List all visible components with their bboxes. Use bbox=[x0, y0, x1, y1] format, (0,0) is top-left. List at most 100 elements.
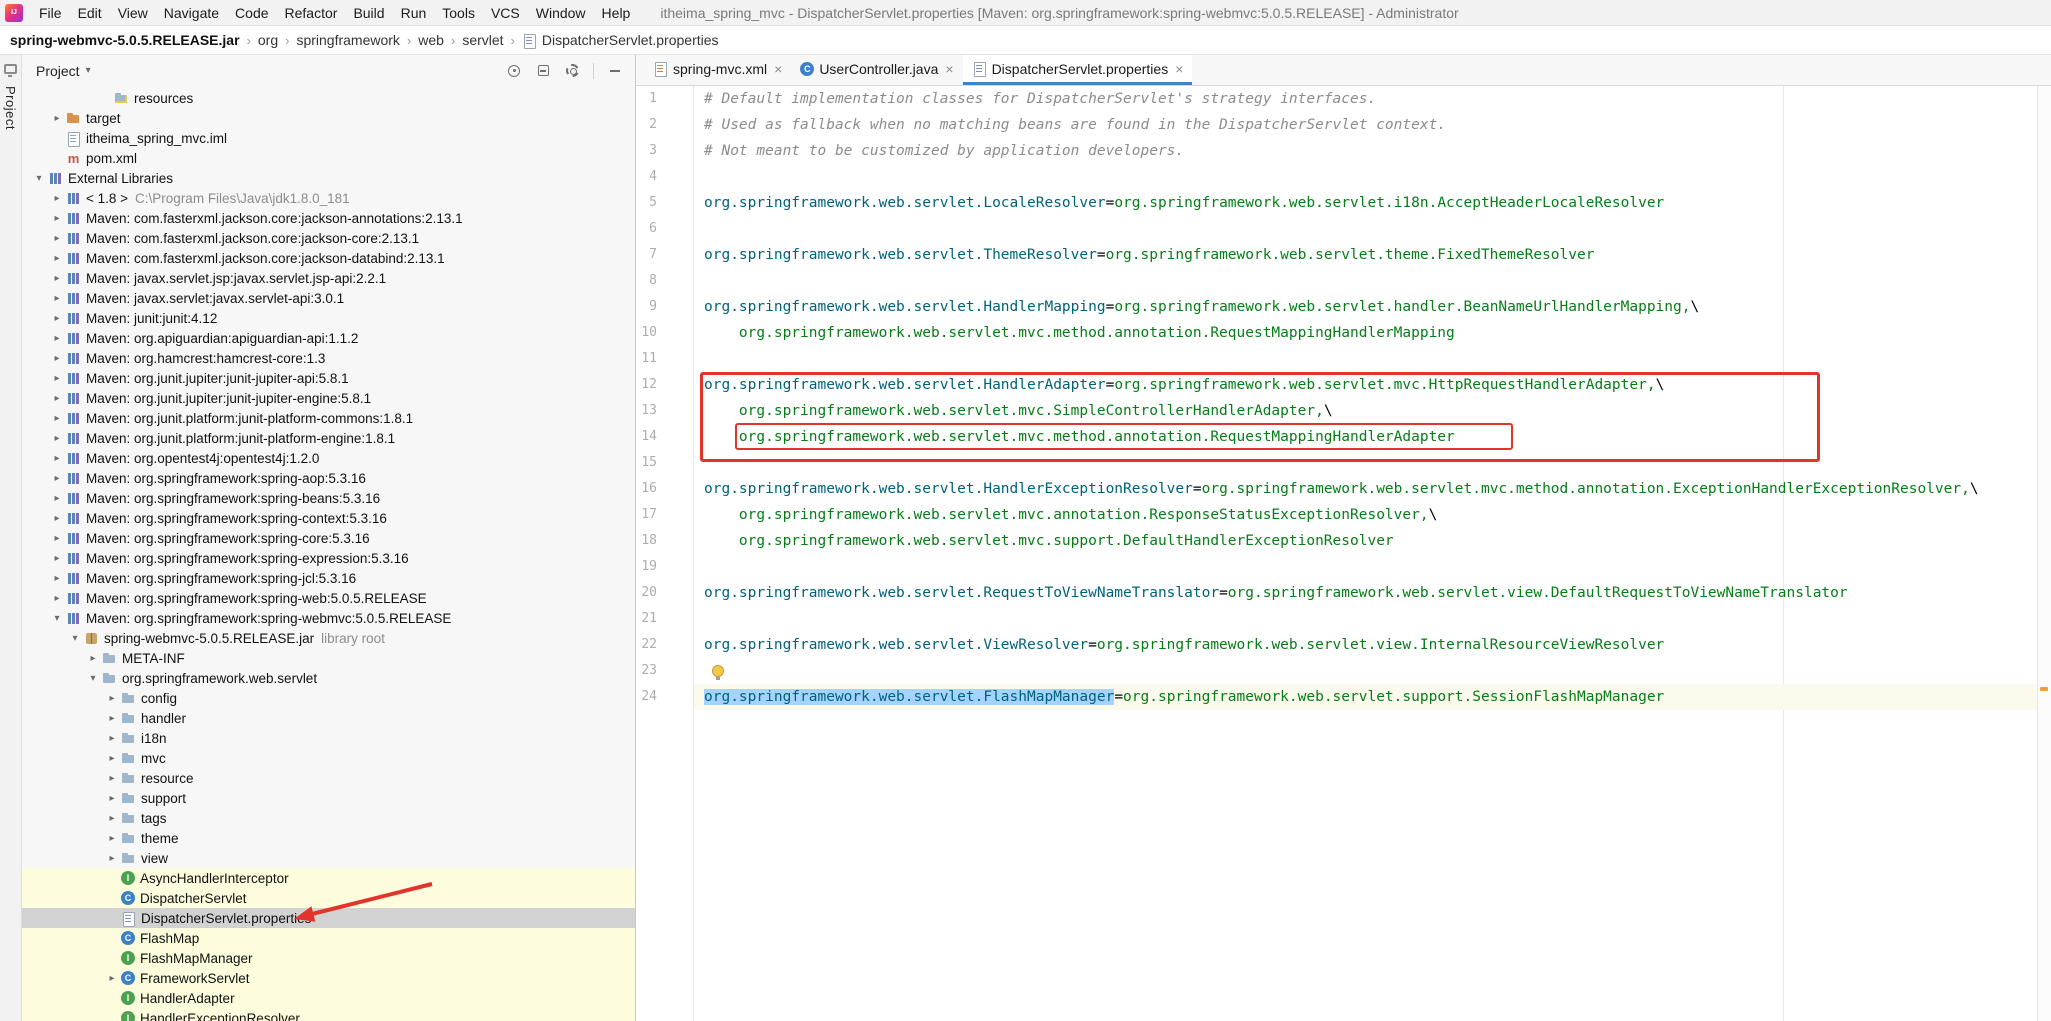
editor-code[interactable]: # Default implementation classes for Dis… bbox=[694, 86, 2037, 710]
code-line-2[interactable]: # Used as fallback when no matching bean… bbox=[694, 112, 2037, 138]
chevron-collapsed-icon[interactable]: ▸ bbox=[48, 433, 66, 444]
tree-item-maven-org-junit-platform-junit-platform-commons-1-8-1[interactable]: ▸ Maven: org.junit.platform:junit-platfor… bbox=[22, 408, 635, 428]
tree-item-asynchandlerinterceptor[interactable]: I AsyncHandlerInterceptor bbox=[22, 868, 635, 888]
line-number[interactable]: 19 bbox=[636, 554, 657, 580]
hide-panel-icon[interactable] bbox=[607, 63, 623, 79]
chevron-collapsed-icon[interactable]: ▸ bbox=[48, 293, 66, 304]
menu-item-build[interactable]: Build bbox=[345, 0, 392, 25]
tree-item-org-springframework-web-servlet[interactable]: ▾ org.springframework.web.servlet bbox=[22, 668, 635, 688]
menu-item-edit[interactable]: Edit bbox=[70, 0, 110, 25]
tree-item-resources[interactable]: resources bbox=[22, 88, 635, 108]
tree-item-maven-org-junit-jupiter-junit-jupiter-engine-5-8-1[interactable]: ▸ Maven: org.junit.jupiter:junit-jupiter-… bbox=[22, 388, 635, 408]
chevron-collapsed-icon[interactable]: ▸ bbox=[48, 333, 66, 344]
chevron-expanded-icon[interactable]: ▾ bbox=[84, 673, 102, 684]
chevron-collapsed-icon[interactable]: ▸ bbox=[48, 473, 66, 484]
tree-item-maven-org-springframework-spring-jcl-5-3-16[interactable]: ▸ Maven: org.springframework:spring-jcl:5… bbox=[22, 568, 635, 588]
chevron-collapsed-icon[interactable]: ▸ bbox=[48, 533, 66, 544]
breadcrumb-item-springframework[interactable]: springframework bbox=[296, 32, 399, 48]
line-number[interactable]: 7 bbox=[636, 242, 657, 268]
code-line-22[interactable]: org.springframework.web.servlet.ViewReso… bbox=[694, 632, 2037, 658]
menu-item-window[interactable]: Window bbox=[528, 0, 594, 25]
line-number[interactable]: 10 bbox=[636, 320, 657, 346]
code-line-8[interactable] bbox=[694, 268, 2037, 294]
tab-dispatcherservlet-properties[interactable]: DispatcherServlet.properties × bbox=[962, 55, 1193, 85]
chevron-collapsed-icon[interactable]: ▸ bbox=[48, 413, 66, 424]
code-line-21[interactable] bbox=[694, 606, 2037, 632]
chevron-collapsed-icon[interactable]: ▸ bbox=[84, 653, 102, 664]
chevron-collapsed-icon[interactable]: ▸ bbox=[48, 453, 66, 464]
tree-item-config[interactable]: ▸ config bbox=[22, 688, 635, 708]
menu-item-tools[interactable]: Tools bbox=[434, 0, 483, 25]
chevron-collapsed-icon[interactable]: ▸ bbox=[103, 973, 121, 984]
chevron-expanded-icon[interactable]: ▾ bbox=[66, 633, 84, 644]
tree-item-maven-org-springframework-spring-aop-5-3-16[interactable]: ▸ Maven: org.springframework:spring-aop:5… bbox=[22, 468, 635, 488]
tree-item-flashmapmanager[interactable]: I FlashMapManager bbox=[22, 948, 635, 968]
tree-item-maven-org-springframework-spring-beans-5-3-16[interactable]: ▸ Maven: org.springframework:spring-beans… bbox=[22, 488, 635, 508]
line-number[interactable]: 2 bbox=[636, 112, 657, 138]
code-line-4[interactable] bbox=[694, 164, 2037, 190]
chevron-expanded-icon[interactable]: ▾ bbox=[48, 613, 66, 624]
tree-item-maven-com-fasterxml-jackson-core-jackson-core-2-13-1[interactable]: ▸ Maven: com.fasterxml.jackson.core:jacks… bbox=[22, 228, 635, 248]
tree-item-frameworkservlet[interactable]: ▸ C FrameworkServlet bbox=[22, 968, 635, 988]
code-line-14[interactable]: org.springframework.web.servlet.mvc.meth… bbox=[694, 424, 2037, 450]
tree-item-maven-com-fasterxml-jackson-core-jackson-annotations-2-13-1[interactable]: ▸ Maven: com.fasterxml.jackson.core:jacks… bbox=[22, 208, 635, 228]
line-number[interactable]: 22 bbox=[636, 632, 657, 658]
breadcrumb-item-spring-webmvc-5-0-5-release-jar[interactable]: spring-webmvc-5.0.5.RELEASE.jar bbox=[10, 32, 240, 48]
line-number[interactable]: 14 bbox=[636, 424, 657, 450]
chevron-collapsed-icon[interactable]: ▸ bbox=[103, 733, 121, 744]
project-panel-title[interactable]: Project bbox=[36, 63, 80, 79]
chevron-collapsed-icon[interactable]: ▸ bbox=[48, 393, 66, 404]
line-number[interactable]: 3 bbox=[636, 138, 657, 164]
chevron-collapsed-icon[interactable]: ▸ bbox=[48, 553, 66, 564]
chevron-collapsed-icon[interactable]: ▸ bbox=[48, 573, 66, 584]
line-number[interactable]: 4 bbox=[636, 164, 657, 190]
tab-spring-mvc-xml[interactable]: spring-mvc.xml × bbox=[644, 55, 791, 85]
tree-item-resource[interactable]: ▸ resource bbox=[22, 768, 635, 788]
line-number[interactable]: 18 bbox=[636, 528, 657, 554]
line-number[interactable]: 23 bbox=[636, 658, 657, 684]
line-number[interactable]: 1 bbox=[636, 86, 657, 112]
breadcrumb-item-dispatcherservlet-properties[interactable]: DispatcherServlet.properties bbox=[522, 32, 719, 49]
chevron-collapsed-icon[interactable]: ▸ bbox=[48, 593, 66, 604]
tree-item-dispatcherservlet[interactable]: C DispatcherServlet bbox=[22, 888, 635, 908]
breadcrumb-item-web[interactable]: web bbox=[418, 32, 444, 48]
collapse-all-icon[interactable] bbox=[535, 63, 551, 79]
tree-item-maven-org-springframework-spring-webmvc-5-0-5-release[interactable]: ▾ Maven: org.springframework:spring-webmv… bbox=[22, 608, 635, 628]
chevron-collapsed-icon[interactable]: ▸ bbox=[48, 273, 66, 284]
code-line-3[interactable]: # Not meant to be customized by applicat… bbox=[694, 138, 2037, 164]
tree-item-maven-javax-servlet-jsp-javax-servlet-jsp-api-2-2-1[interactable]: ▸ Maven: javax.servlet.jsp:javax.servlet.… bbox=[22, 268, 635, 288]
settings-gear-icon[interactable] bbox=[564, 63, 580, 79]
line-number[interactable]: 12 bbox=[636, 372, 657, 398]
tree-item-maven-org-springframework-spring-core-5-3-16[interactable]: ▸ Maven: org.springframework:spring-core:… bbox=[22, 528, 635, 548]
code-line-18[interactable]: org.springframework.web.servlet.mvc.supp… bbox=[694, 528, 2037, 554]
tree-item-maven-org-springframework-spring-web-5-0-5-release[interactable]: ▸ Maven: org.springframework:spring-web:5… bbox=[22, 588, 635, 608]
tree-item-maven-org-hamcrest-hamcrest-core-1-3[interactable]: ▸ Maven: org.hamcrest:hamcrest-core:1.3 bbox=[22, 348, 635, 368]
tree-item-handlerexceptionresolver[interactable]: I HandlerExceptionResolver bbox=[22, 1008, 635, 1021]
chevron-collapsed-icon[interactable]: ▸ bbox=[48, 313, 66, 324]
code-line-24[interactable]: org.springframework.web.servlet.FlashMap… bbox=[694, 684, 2037, 710]
line-number[interactable]: 6 bbox=[636, 216, 657, 242]
code-line-15[interactable] bbox=[694, 450, 2037, 476]
tree-item-maven-junit-junit-4-12[interactable]: ▸ Maven: junit:junit:4.12 bbox=[22, 308, 635, 328]
line-number[interactable]: 20 bbox=[636, 580, 657, 606]
menu-item-view[interactable]: View bbox=[110, 0, 156, 25]
chevron-collapsed-icon[interactable]: ▸ bbox=[48, 373, 66, 384]
chevron-collapsed-icon[interactable]: ▸ bbox=[48, 253, 66, 264]
chevron-collapsed-icon[interactable]: ▸ bbox=[103, 713, 121, 724]
line-number[interactable]: 21 bbox=[636, 606, 657, 632]
line-number[interactable]: 16 bbox=[636, 476, 657, 502]
tree-item-theme[interactable]: ▸ theme bbox=[22, 828, 635, 848]
code-line-10[interactable]: org.springframework.web.servlet.mvc.meth… bbox=[694, 320, 2037, 346]
menu-item-vcs[interactable]: VCS bbox=[483, 0, 528, 25]
tree-item-dispatcherservlet-properties[interactable]: DispatcherServlet.properties bbox=[22, 908, 635, 928]
project-tool-button[interactable]: Project bbox=[3, 86, 18, 130]
chevron-collapsed-icon[interactable]: ▸ bbox=[103, 833, 121, 844]
tree-item-maven-org-opentest4j-opentest4j-1-2-0[interactable]: ▸ Maven: org.opentest4j:opentest4j:1.2.0 bbox=[22, 448, 635, 468]
chevron-collapsed-icon[interactable]: ▸ bbox=[103, 793, 121, 804]
tree-item-maven-org-junit-jupiter-junit-jupiter-api-5-8-1[interactable]: ▸ Maven: org.junit.jupiter:junit-jupiter-… bbox=[22, 368, 635, 388]
tree-item-itheima-spring-mvc-iml[interactable]: itheima_spring_mvc.iml bbox=[22, 128, 635, 148]
tree-item-target[interactable]: ▸ target bbox=[22, 108, 635, 128]
line-number[interactable]: 11 bbox=[636, 346, 657, 372]
tree-item-flashmap[interactable]: C FlashMap bbox=[22, 928, 635, 948]
code-line-16[interactable]: org.springframework.web.servlet.HandlerE… bbox=[694, 476, 2037, 502]
